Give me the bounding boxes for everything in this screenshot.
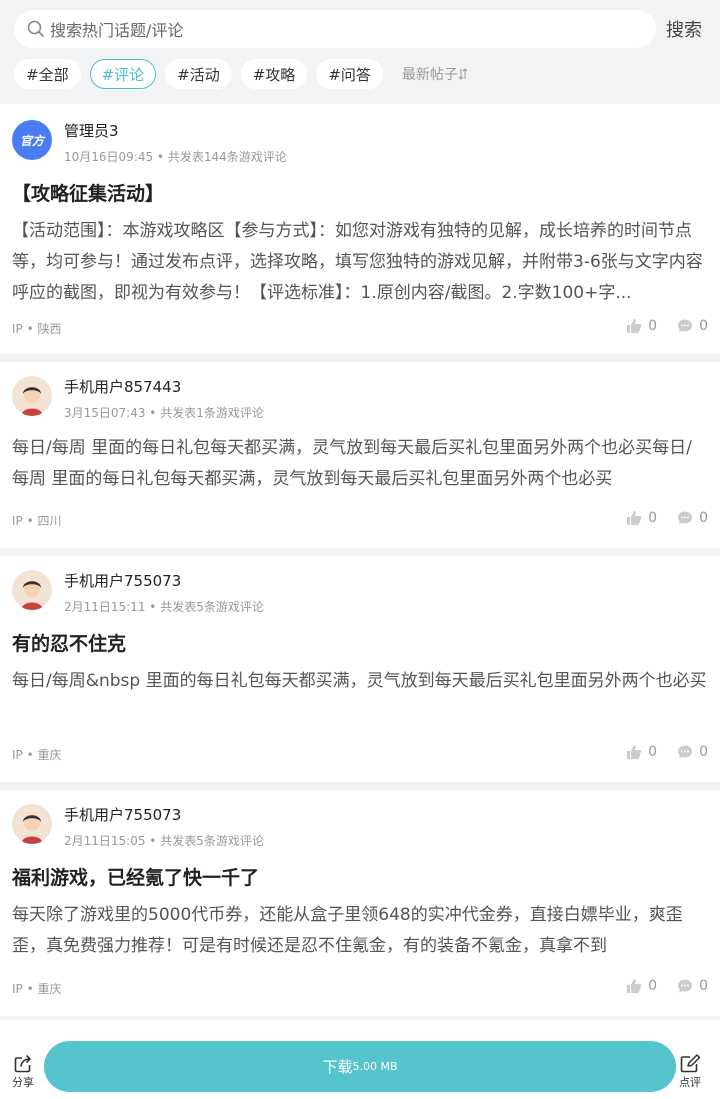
- username[interactable]: 手机用户857443: [64, 376, 181, 397]
- top-bar: 搜索热门话题/评论 搜索 #全部 #评论 #活动 #攻略 #问答 最新帖子: [0, 0, 720, 104]
- share-label: 分享: [12, 1076, 34, 1089]
- download-label: 下载: [322, 1058, 353, 1076]
- post-title: 福利游戏，已经氪了快一千了: [12, 867, 260, 889]
- like-button[interactable]: 0: [626, 978, 657, 994]
- post-meta: 3月15日07:43 • 共发表1条游戏评论: [64, 406, 264, 420]
- post-meta: 10月16日09:45 • 共发表144条游戏评论: [64, 150, 287, 164]
- post-content: 【活动范围】：本游戏攻略区【参与方式】：如您对游戏有独特的见解，成长培养的时间节…: [12, 221, 703, 303]
- review-button[interactable]: 点评: [679, 1054, 701, 1090]
- search-placeholder: 搜索热门话题/评论: [50, 21, 184, 40]
- post-actions: 0 0: [606, 978, 708, 994]
- tab-all[interactable]: #全部: [14, 59, 81, 89]
- official-avatar: 官方: [12, 120, 52, 160]
- download-size: 5.00 MB: [352, 1060, 398, 1073]
- search-button[interactable]: 搜索: [666, 16, 702, 42]
- sort-icon: [458, 68, 468, 80]
- download-button[interactable]: 下载 5.00 MB: [44, 1041, 676, 1092]
- post-actions: 0 0: [606, 744, 708, 760]
- comment-count: 0: [699, 510, 708, 526]
- post-card[interactable]: 手机用户857443 3月15日07:43 • 共发表1条游戏评论 每日/每周 …: [0, 362, 720, 548]
- tab-events[interactable]: #活动: [165, 59, 232, 89]
- official-badge: 官方: [19, 133, 44, 148]
- edit-icon: [680, 1054, 701, 1073]
- post-content: 每天除了游戏里的5000代币券，还能从盒子里领648的实冲代金券，直接白嫖毕业，…: [12, 905, 683, 956]
- comment-icon: [678, 319, 693, 333]
- like-button[interactable]: 0: [626, 510, 657, 526]
- post-content: 每日/每周 里面的每日礼包每天都买满，灵气放到每天最后买礼包里面另外两个也必买每…: [12, 438, 692, 489]
- post-meta: 2月11日15:05 • 共发表5条游戏评论: [64, 834, 264, 848]
- user-avatar-icon: [21, 387, 43, 416]
- comment-icon: [678, 745, 693, 759]
- search-input[interactable]: 搜索热门话题/评论: [14, 10, 656, 48]
- post-title: 有的忍不住克: [12, 633, 127, 655]
- comment-count: 0: [699, 744, 708, 760]
- share-icon: [14, 1055, 31, 1073]
- like-button[interactable]: 0: [626, 318, 657, 334]
- topic-tabs: #全部 #评论 #活动 #攻略 #问答 最新帖子: [14, 59, 468, 89]
- like-count: 0: [648, 978, 658, 994]
- ip-location: IP • 重庆: [12, 748, 62, 762]
- post-card[interactable]: 手机用户755073 2月11日15:05 • 共发表5条游戏评论 福利游戏，已…: [0, 790, 720, 1016]
- thumb-up-icon: [627, 979, 642, 993]
- comment-button[interactable]: 0: [677, 744, 708, 760]
- post-content: 每日/每周&nbsp 里面的每日礼包每天都买满，灵气放到每天最后买礼包里面另外两…: [12, 671, 707, 691]
- ip-location: IP • 四川: [12, 514, 62, 528]
- comment-button[interactable]: 0: [677, 978, 708, 994]
- like-count: 0: [648, 318, 658, 334]
- post-actions: 0 0: [606, 510, 708, 526]
- user-avatar-icon: [21, 815, 43, 844]
- avatar: [12, 570, 52, 610]
- comment-button[interactable]: 0: [677, 510, 708, 526]
- search-icon: [27, 20, 44, 37]
- avatar: [12, 804, 52, 844]
- post-actions: 0 0: [606, 318, 708, 334]
- user-avatar-icon: [21, 581, 43, 610]
- sort-label: 最新帖子: [401, 67, 458, 83]
- comment-icon: [678, 511, 693, 525]
- review-label: 点评: [679, 1076, 701, 1089]
- thumb-up-icon: [627, 319, 642, 333]
- username[interactable]: 手机用户755073: [64, 804, 181, 825]
- post-card[interactable]: 手机用户755073 2月11日15:11 • 共发表5条游戏评论 有的忍不住克…: [0, 556, 720, 782]
- post-title: 【攻略征集活动】: [12, 183, 165, 205]
- username[interactable]: 手机用户755073: [64, 570, 181, 591]
- like-count: 0: [648, 510, 658, 526]
- comment-count: 0: [699, 318, 708, 334]
- post-meta: 2月11日15:11 • 共发表5条游戏评论: [64, 600, 264, 614]
- tab-reviews[interactable]: #评论: [89, 59, 157, 89]
- comment-count: 0: [699, 978, 708, 994]
- ip-location: IP • 重庆: [12, 982, 62, 996]
- like-button[interactable]: 0: [626, 744, 657, 760]
- thumb-up-icon: [627, 511, 642, 525]
- tab-qa[interactable]: #问答: [316, 59, 383, 89]
- bottom-bar: 分享 下载 5.00 MB 点评: [0, 1020, 720, 1099]
- thumb-up-icon: [627, 745, 642, 759]
- tab-guides[interactable]: #攻略: [240, 59, 308, 89]
- username[interactable]: 管理员3: [64, 120, 119, 141]
- sort-dropdown[interactable]: 最新帖子: [402, 64, 468, 84]
- avatar: [12, 376, 52, 416]
- comment-button[interactable]: 0: [677, 318, 708, 334]
- post-card[interactable]: 官方 管理员3 10月16日09:45 • 共发表144条游戏评论 【攻略征集活…: [0, 104, 720, 354]
- like-count: 0: [648, 744, 658, 760]
- comment-icon: [678, 979, 693, 993]
- ip-location: IP • 陕西: [12, 322, 62, 336]
- share-button[interactable]: 分享: [12, 1054, 34, 1090]
